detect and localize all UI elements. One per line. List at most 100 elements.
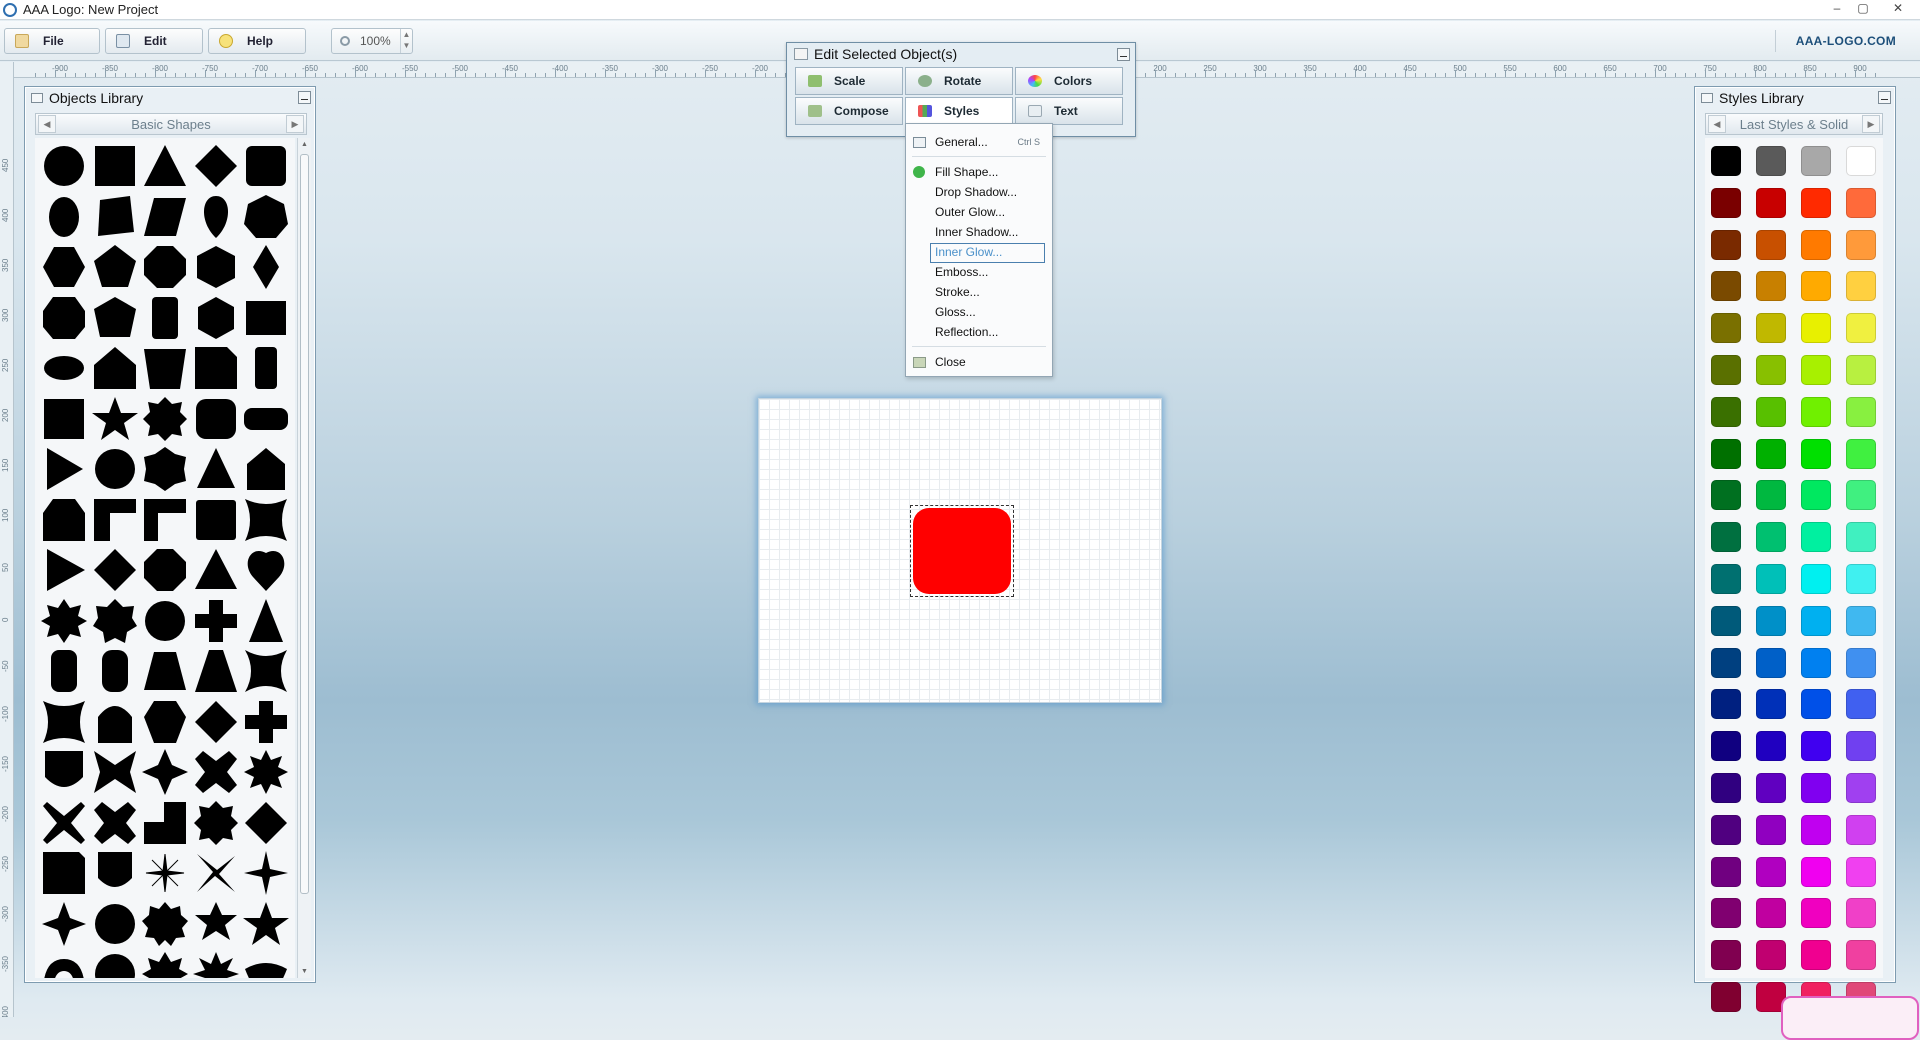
style-swatch[interactable] [1756, 731, 1786, 762]
style-swatch[interactable] [1711, 564, 1741, 594]
style-swatch[interactable] [1801, 438, 1831, 469]
shape-item[interactable] [191, 141, 241, 191]
style-swatch[interactable] [1801, 355, 1831, 385]
style-swatch[interactable] [1846, 313, 1876, 344]
style-swatch[interactable] [1756, 271, 1786, 302]
style-swatch[interactable] [1846, 564, 1876, 594]
style-swatch[interactable] [1711, 229, 1741, 260]
style-swatch[interactable] [1756, 564, 1786, 594]
shape-item[interactable] [191, 444, 241, 494]
minimize-panel-button[interactable] [298, 91, 311, 104]
style-swatch[interactable] [1801, 564, 1831, 594]
shape-item[interactable] [90, 394, 140, 444]
style-swatch[interactable] [1756, 605, 1786, 636]
shape-item[interactable] [191, 343, 241, 393]
shape-item[interactable] [241, 949, 291, 978]
scroll-thumb[interactable] [300, 154, 309, 894]
style-swatch[interactable] [1801, 396, 1831, 427]
shape-item[interactable] [191, 596, 241, 646]
shape-item[interactable] [241, 192, 291, 242]
style-swatch[interactable] [1801, 146, 1831, 176]
style-swatch[interactable] [1756, 355, 1786, 385]
shape-item[interactable] [191, 545, 241, 595]
style-swatch[interactable] [1801, 605, 1831, 636]
shape-item[interactable] [90, 747, 140, 797]
close-window-button[interactable]: ✕ [1876, 0, 1920, 18]
shape-item[interactable] [39, 444, 89, 494]
scroll-up-button[interactable]: ▲ [298, 138, 311, 151]
shape-item[interactable] [39, 545, 89, 595]
style-swatch[interactable] [1711, 522, 1741, 553]
style-swatch[interactable] [1846, 856, 1876, 887]
shape-item[interactable] [140, 747, 190, 797]
floating-notification-widget[interactable] [1781, 996, 1919, 1040]
style-swatch[interactable] [1801, 313, 1831, 344]
style-swatch[interactable] [1801, 522, 1831, 553]
style-swatch[interactable] [1846, 480, 1876, 511]
shape-item[interactable] [39, 192, 89, 242]
previous-category-button[interactable]: ◀ [1708, 115, 1726, 133]
shape-item[interactable] [191, 848, 241, 898]
shape-item[interactable] [140, 545, 190, 595]
shape-item[interactable] [140, 141, 190, 191]
shape-item[interactable] [191, 192, 241, 242]
shape-item[interactable] [140, 798, 190, 848]
style-swatch[interactable] [1711, 313, 1741, 344]
style-swatch[interactable] [1801, 731, 1831, 762]
style-swatch[interactable] [1801, 773, 1831, 803]
style-swatch[interactable] [1711, 982, 1741, 1012]
shape-item[interactable] [140, 949, 190, 978]
shape-item[interactable] [191, 747, 241, 797]
shape-item[interactable] [90, 646, 140, 696]
style-swatch[interactable] [1846, 898, 1876, 929]
style-swatch[interactable] [1711, 814, 1741, 845]
style-swatch[interactable] [1711, 146, 1741, 176]
style-swatch[interactable] [1801, 940, 1831, 971]
style-swatch[interactable] [1711, 689, 1741, 720]
shape-item[interactable] [191, 697, 241, 747]
menu-item-drop-shadow[interactable]: Drop Shadow... [906, 182, 1052, 202]
style-swatch[interactable] [1756, 480, 1786, 511]
style-category-selector[interactable]: ◀ Last Styles & Solid ▶ [1705, 113, 1883, 135]
shape-item[interactable] [191, 646, 241, 696]
scale-button[interactable]: Scale [795, 67, 903, 95]
text-button[interactable]: Text [1015, 97, 1123, 125]
next-category-button[interactable]: ▶ [1862, 115, 1880, 133]
style-swatch[interactable] [1801, 898, 1831, 929]
minimize-dialog-button[interactable] [1117, 48, 1130, 61]
style-swatch[interactable] [1711, 731, 1741, 762]
shape-item[interactable] [39, 646, 89, 696]
shape-item[interactable] [90, 495, 140, 545]
style-swatch[interactable] [1801, 814, 1831, 845]
shape-item[interactable] [140, 697, 190, 747]
zoom-stepper[interactable]: ▲ ▼ [400, 29, 412, 53]
style-swatch[interactable] [1711, 940, 1741, 971]
style-swatch[interactable] [1801, 856, 1831, 887]
menu-item-outer-glow[interactable]: Outer Glow... [906, 202, 1052, 222]
style-swatch[interactable] [1846, 689, 1876, 720]
shape-item[interactable] [140, 394, 190, 444]
shape-item[interactable] [39, 798, 89, 848]
shape-item[interactable] [90, 848, 140, 898]
shape-item[interactable] [241, 798, 291, 848]
menu-item-inner-shadow[interactable]: Inner Shadow... [906, 222, 1052, 242]
shape-item[interactable] [241, 545, 291, 595]
style-swatch[interactable] [1846, 396, 1876, 427]
shape-item[interactable] [39, 394, 89, 444]
shape-item[interactable] [140, 899, 190, 949]
style-swatch[interactable] [1711, 856, 1741, 887]
shape-item[interactable] [90, 899, 140, 949]
shape-item[interactable] [191, 798, 241, 848]
menu-item-stroke[interactable]: Stroke... [906, 282, 1052, 302]
brand-link[interactable]: AAA-LOGO.COM [1796, 34, 1896, 48]
style-swatch[interactable] [1801, 689, 1831, 720]
style-swatch[interactable] [1801, 229, 1831, 260]
style-swatch[interactable] [1846, 605, 1876, 636]
rotate-button[interactable]: Rotate [905, 67, 1013, 95]
style-swatch[interactable] [1756, 689, 1786, 720]
objects-scrollbar[interactable]: ▲ ▼ [297, 138, 311, 978]
minimize-panel-button[interactable] [1878, 91, 1891, 104]
file-menu-button[interactable]: File [4, 28, 100, 54]
style-swatch[interactable] [1801, 187, 1831, 218]
style-swatch[interactable] [1846, 522, 1876, 553]
